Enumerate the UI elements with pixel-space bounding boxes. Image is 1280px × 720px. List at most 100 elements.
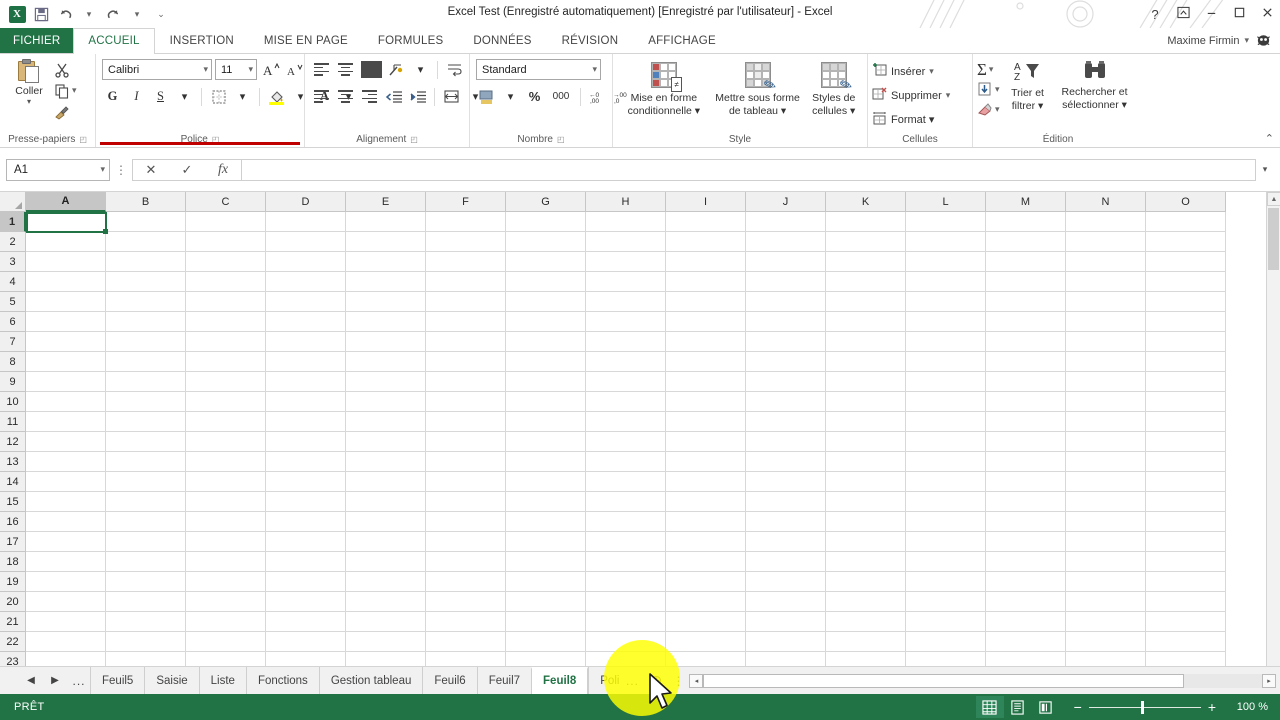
column-header-c[interactable]: C	[186, 192, 266, 212]
sort-filter-button[interactable]: AZ Trier et filtrer ▾	[1000, 58, 1056, 113]
orientation-chevron-down-icon[interactable]: ▾	[410, 59, 431, 80]
column-header-k[interactable]: K	[826, 192, 906, 212]
cell-A15[interactable]	[26, 492, 106, 512]
cell-D19[interactable]	[266, 572, 346, 592]
cell-D11[interactable]	[266, 412, 346, 432]
cell-O5[interactable]	[1146, 292, 1226, 312]
row-header-19[interactable]: 19	[0, 572, 26, 592]
cell-H12[interactable]	[586, 432, 666, 452]
cell-H21[interactable]	[586, 612, 666, 632]
name-box-chevron-down-icon[interactable]: ▾	[100, 164, 105, 175]
tab-insertion[interactable]: INSERTION	[155, 28, 249, 53]
cell-C8[interactable]	[186, 352, 266, 372]
cell-F14[interactable]	[426, 472, 506, 492]
cell-C10[interactable]	[186, 392, 266, 412]
row-header-9[interactable]: 9	[0, 372, 26, 392]
cell-I3[interactable]	[666, 252, 746, 272]
cell-D4[interactable]	[266, 272, 346, 292]
ribbon-tab-bar[interactable]: FICHIER ACCUEIL INSERTION MISE EN PAGE F…	[0, 28, 1280, 54]
view-normal-button[interactable]	[975, 696, 1004, 718]
cell-H19[interactable]	[586, 572, 666, 592]
cell-L3[interactable]	[906, 252, 986, 272]
cell-D7[interactable]	[266, 332, 346, 352]
cell-L5[interactable]	[906, 292, 986, 312]
cell-B5[interactable]	[106, 292, 186, 312]
cell-F21[interactable]	[426, 612, 506, 632]
increase-decimal-button[interactable]: ←0,00	[587, 86, 608, 107]
cell-L19[interactable]	[906, 572, 986, 592]
hscroll-thumb[interactable]	[703, 673, 1184, 688]
cell-E16[interactable]	[346, 512, 426, 532]
customize-qat-icon[interactable]: ⌄	[150, 3, 172, 25]
cell-C7[interactable]	[186, 332, 266, 352]
cell-D14[interactable]	[266, 472, 346, 492]
cell-O17[interactable]	[1146, 532, 1226, 552]
cell-D5[interactable]	[266, 292, 346, 312]
cell-A20[interactable]	[26, 592, 106, 612]
cell-E9[interactable]	[346, 372, 426, 392]
cell-E2[interactable]	[346, 232, 426, 252]
cell-H13[interactable]	[586, 452, 666, 472]
cell-N17[interactable]	[1066, 532, 1146, 552]
cell-I9[interactable]	[666, 372, 746, 392]
cell-O23[interactable]	[1146, 652, 1226, 666]
cell-C6[interactable]	[186, 312, 266, 332]
cell-C3[interactable]	[186, 252, 266, 272]
cell-F6[interactable]	[426, 312, 506, 332]
cell-L13[interactable]	[906, 452, 986, 472]
cell-J8[interactable]	[746, 352, 826, 372]
cell-D8[interactable]	[266, 352, 346, 372]
cell-N11[interactable]	[1066, 412, 1146, 432]
name-box[interactable]: A1 ▾	[6, 158, 110, 181]
cell-G1[interactable]	[506, 212, 586, 232]
window-controls[interactable]: ?	[1146, 0, 1276, 28]
insert-chevron-down-icon[interactable]: ▾	[929, 66, 934, 77]
cell-J3[interactable]	[746, 252, 826, 272]
cell-F7[interactable]	[426, 332, 506, 352]
cell-L4[interactable]	[906, 272, 986, 292]
insert-cells-button[interactable]: Insérer ▾	[872, 60, 934, 83]
cell-K17[interactable]	[826, 532, 906, 552]
cell-G10[interactable]	[506, 392, 586, 412]
cell-N13[interactable]	[1066, 452, 1146, 472]
cell-J11[interactable]	[746, 412, 826, 432]
cell-A18[interactable]	[26, 552, 106, 572]
sheet-tabs[interactable]: Feuil5 Saisie Liste Fonctions Gestion tablea…	[90, 666, 621, 695]
column-header-h[interactable]: H	[586, 192, 666, 212]
column-header-e[interactable]: E	[346, 192, 426, 212]
cell-F12[interactable]	[426, 432, 506, 452]
formula-input[interactable]	[241, 158, 1256, 181]
cell-E15[interactable]	[346, 492, 426, 512]
cell-M15[interactable]	[986, 492, 1066, 512]
row-header-8[interactable]: 8	[0, 352, 26, 372]
cell-L14[interactable]	[906, 472, 986, 492]
undo-icon[interactable]	[54, 3, 76, 25]
copy-button[interactable]: ▾	[54, 81, 77, 100]
tab-revision[interactable]: RÉVISION	[547, 28, 634, 53]
cell-C2[interactable]	[186, 232, 266, 252]
cell-G19[interactable]	[506, 572, 586, 592]
row-header-18[interactable]: 18	[0, 552, 26, 572]
sheet-tab-poli[interactable]: Poli	[588, 666, 621, 695]
cell-F16[interactable]	[426, 512, 506, 532]
row-header-5[interactable]: 5	[0, 292, 26, 312]
sheet-overflow-right-icon[interactable]: ...	[621, 674, 643, 688]
cell-D1[interactable]	[266, 212, 346, 232]
cell-K18[interactable]	[826, 552, 906, 572]
clear-button[interactable]: ▾	[977, 100, 1000, 119]
cell-B14[interactable]	[106, 472, 186, 492]
cell-D22[interactable]	[266, 632, 346, 652]
cell-A12[interactable]	[26, 432, 106, 452]
cell-G3[interactable]	[506, 252, 586, 272]
save-icon[interactable]	[30, 3, 52, 25]
vertical-scrollbar[interactable]: ▲	[1266, 192, 1280, 666]
cell-F4[interactable]	[426, 272, 506, 292]
cell-M6[interactable]	[986, 312, 1066, 332]
cell-M14[interactable]	[986, 472, 1066, 492]
cell-H14[interactable]	[586, 472, 666, 492]
sheet-tab-feuil8[interactable]: Feuil8	[531, 666, 589, 695]
cell-J4[interactable]	[746, 272, 826, 292]
cell-G4[interactable]	[506, 272, 586, 292]
cell-M11[interactable]	[986, 412, 1066, 432]
cell-K16[interactable]	[826, 512, 906, 532]
